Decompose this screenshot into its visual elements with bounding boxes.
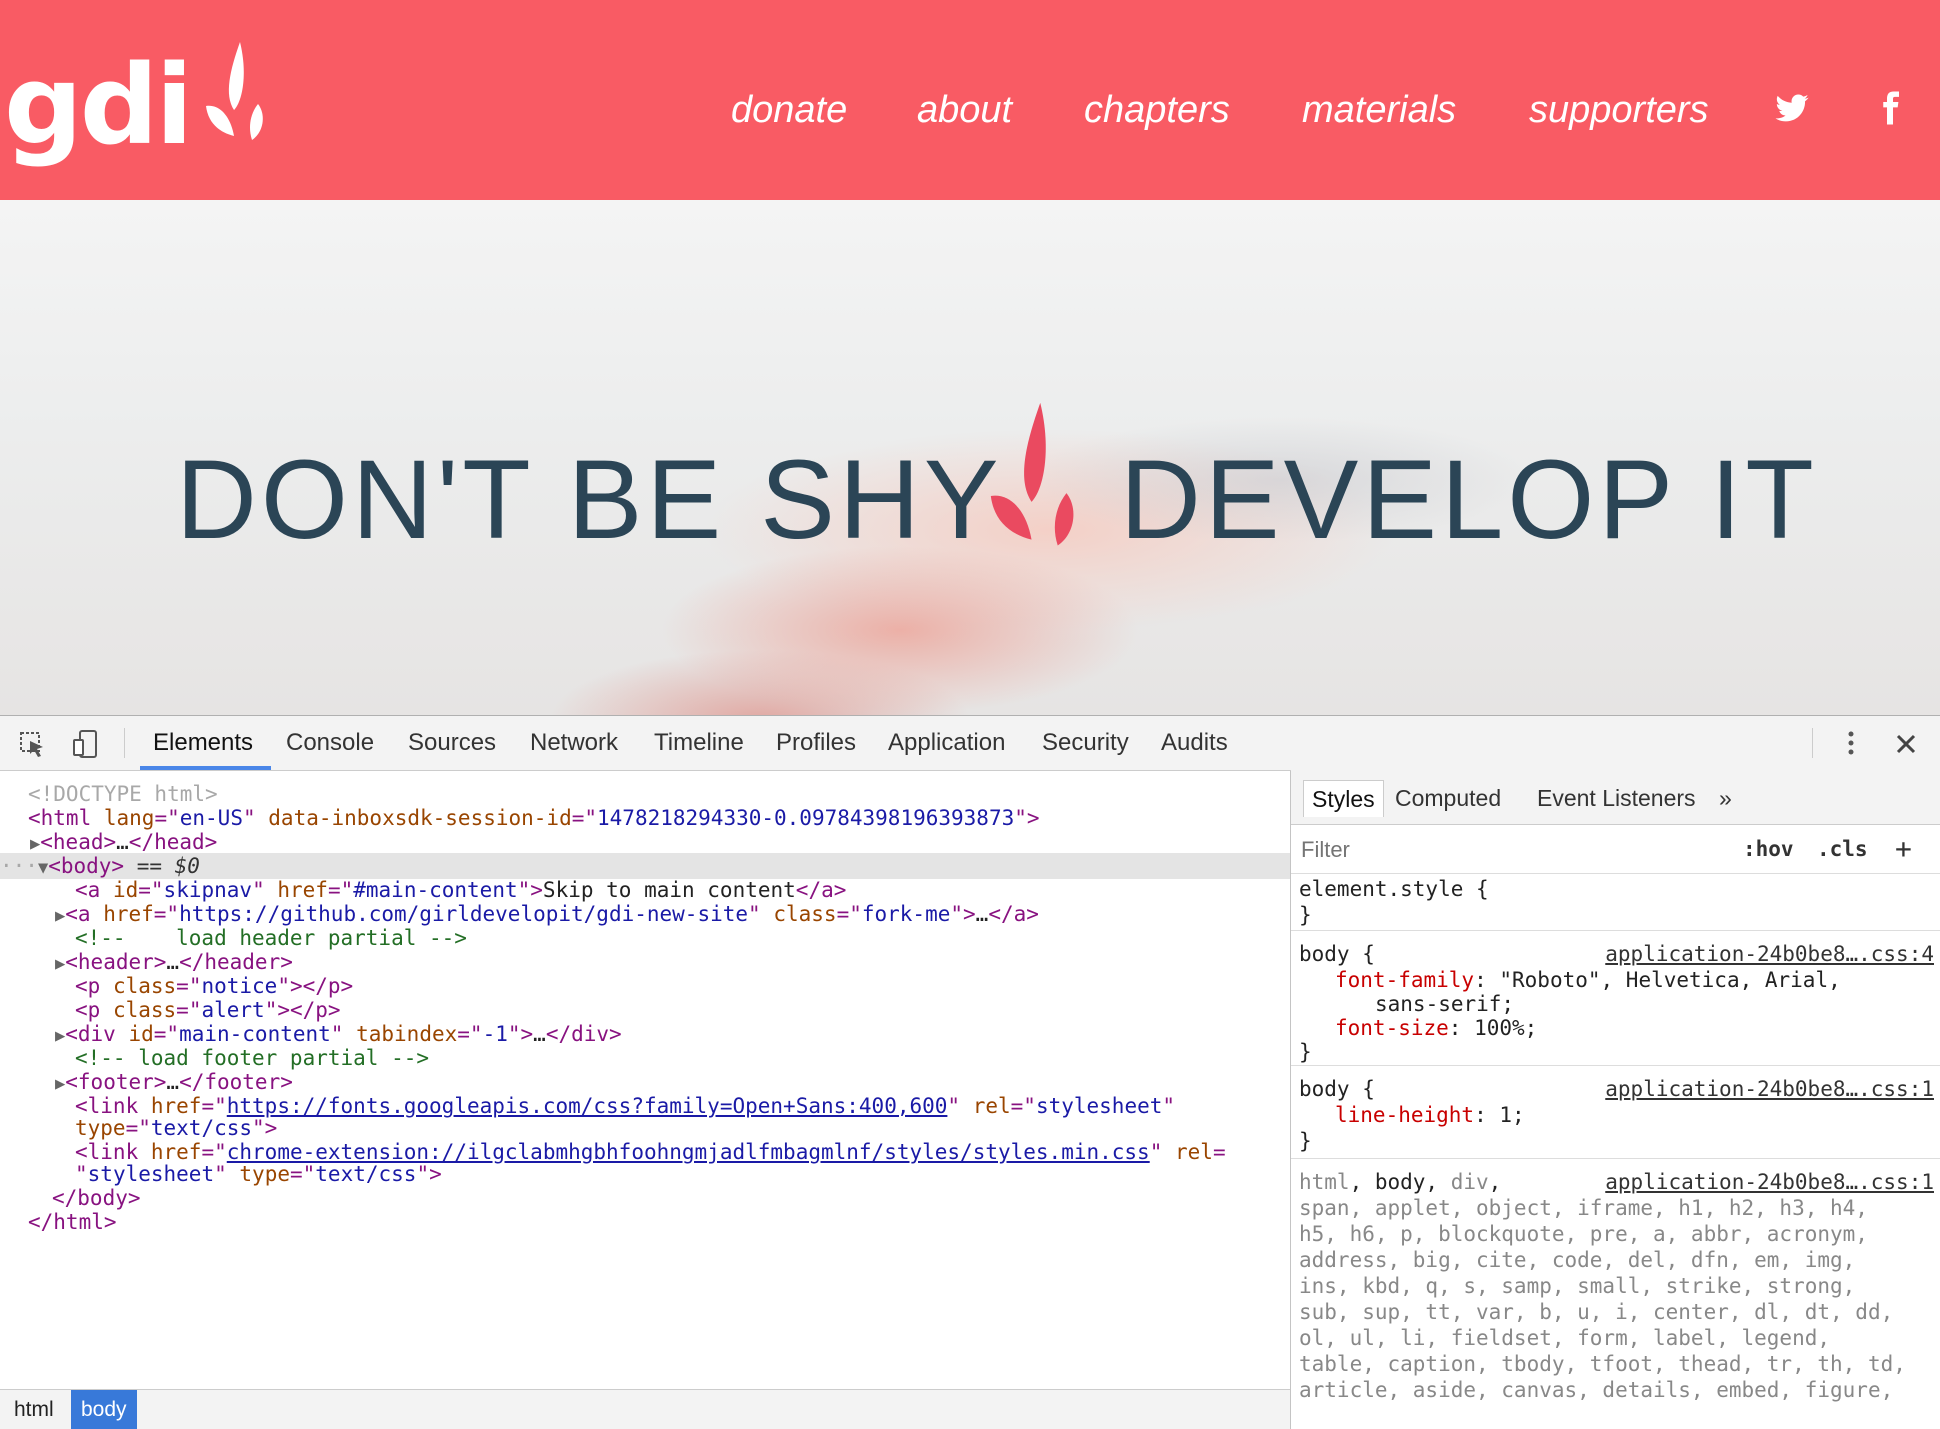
breadcrumb-body[interactable]: body — [71, 1390, 137, 1429]
tab-event-listeners[interactable]: Event Listeners — [1529, 780, 1704, 816]
dom-header[interactable]: ▶<header>…</header> — [55, 949, 293, 975]
tab-network[interactable]: Network — [530, 716, 618, 770]
css-rule-reset: html, body, div, application-24b0be8….cs… — [1291, 1159, 1940, 1428]
expand-triangle-icon[interactable]: ▶ — [30, 834, 40, 854]
rule-source-link[interactable]: application-24b0be8….css:1 — [1605, 1076, 1934, 1102]
collapse-triangle-icon[interactable]: ▼ — [38, 858, 48, 878]
css-rule-body-line-height: body { application-24b0be8….css:1 line-h… — [1291, 1066, 1940, 1159]
rule-selector[interactable]: html, body, div, — [1299, 1169, 1501, 1195]
more-tabs-chevron-icon[interactable]: » — [1711, 780, 1740, 816]
drop-logo-icon — [990, 402, 1074, 546]
expand-triangle-icon[interactable]: ▶ — [55, 1074, 65, 1094]
dom-html-open[interactable]: <html lang="en-US" data-inboxsdk-session… — [28, 805, 1040, 831]
rule-selector-line: sub, sup, tt, var, b, u, i, center, dl, … — [1299, 1300, 1894, 1324]
rule-selector[interactable]: body { — [1299, 941, 1375, 967]
css-declaration-font-size[interactable]: font-size: 100%; — [1335, 1015, 1537, 1041]
rule-selector-line: ins, kbd, q, s, samp, small, strike, str… — [1299, 1274, 1856, 1298]
css-declaration-font-family[interactable]: font-family: "Roboto", Helvetica, Arial, — [1335, 967, 1841, 993]
expand-triangle-icon[interactable]: ▶ — [55, 1026, 65, 1046]
dom-body-selected[interactable]: ···▼<body> == $0 — [0, 853, 1290, 879]
nav-about[interactable]: about — [917, 85, 1012, 135]
expand-triangle-icon[interactable]: ▶ — [55, 954, 65, 974]
rule-selector-line: span, applet, object, iframe, h1, h2, h3… — [1299, 1196, 1868, 1220]
fonts-url-link[interactable]: https://fonts.googleapis.com/css?family=… — [227, 1094, 948, 1118]
device-toolbar-icon[interactable] — [70, 728, 102, 760]
active-tab-indicator — [140, 766, 271, 770]
class-toggle[interactable]: .cls — [1817, 833, 1868, 865]
css-declaration-line-height[interactable]: line-height: 1; — [1335, 1102, 1525, 1128]
element-style-rule: element.style { } — [1291, 874, 1940, 931]
css-rule-body-font: body { application-24b0be8….css:4 font-f… — [1291, 931, 1940, 1066]
nav-chapters[interactable]: chapters — [1084, 85, 1230, 135]
dom-tree: <!DOCTYPE html> <html lang="en-US" data-… — [0, 771, 1290, 1429]
devtools-toolbar: Elements Console Sources Network Timelin… — [0, 716, 1940, 771]
tab-application[interactable]: Application — [888, 716, 1005, 770]
dom-footer[interactable]: ▶<footer>…</footer> — [55, 1069, 293, 1095]
dom-link-fonts-type: type="text/css"> — [75, 1116, 278, 1140]
dom-body-close[interactable]: </body> — [52, 1185, 141, 1211]
dom-comment-header[interactable]: <!-- load header partial --> — [75, 925, 467, 951]
hero-title: DON'T BE SHY DEVELOP IT — [0, 440, 1940, 560]
dom-doctype[interactable]: <!DOCTYPE html> — [28, 781, 218, 807]
tab-elements[interactable]: Elements — [153, 716, 253, 770]
tab-console[interactable]: Console — [286, 716, 374, 770]
styles-sidebar: Styles Computed Event Listeners » :hov .… — [1291, 770, 1940, 1428]
styles-filter-input[interactable] — [1299, 833, 1723, 867]
rule-selector[interactable]: body { — [1299, 1076, 1375, 1102]
element-style-selector[interactable]: element.style { — [1299, 876, 1489, 902]
tab-timeline[interactable]: Timeline — [654, 716, 744, 770]
hero-banner: DON'T BE SHY DEVELOP IT — [0, 200, 1940, 715]
breadcrumb-html[interactable]: html — [4, 1390, 64, 1429]
tab-security[interactable]: Security — [1042, 716, 1129, 770]
dom-p-notice[interactable]: <p class="notice"></p> — [75, 973, 353, 999]
dom-fork-link[interactable]: ▶<a href="https://github.com/girldevelop… — [55, 901, 1039, 927]
tab-styles[interactable]: Styles — [1303, 780, 1384, 817]
rule-source-link[interactable]: application-24b0be8….css:4 — [1605, 941, 1934, 967]
expand-triangle-icon[interactable]: ▶ — [55, 906, 65, 926]
rule-selector-line: article, aside, canvas, details, embed, … — [1299, 1378, 1894, 1402]
toolbar-divider — [124, 728, 125, 758]
twitter-icon[interactable] — [1774, 90, 1810, 126]
main-nav: donate about chapters materials supporte… — [0, 85, 1940, 135]
site-header: gdi donate about chapters materials supp… — [0, 0, 1940, 200]
css-value-continued: sans-serif; — [1375, 992, 1515, 1016]
rule-close: } — [1299, 1040, 1312, 1064]
dom-comment-footer[interactable]: <!-- load footer partial --> — [75, 1045, 429, 1071]
dom-skipnav-link[interactable]: <a id="skipnav" href="#main-content">Ski… — [75, 877, 846, 903]
tab-audits[interactable]: Audits — [1161, 716, 1228, 770]
rule-source-link[interactable]: application-24b0be8….css:1 — [1605, 1169, 1934, 1195]
breadcrumb: html body — [0, 1389, 1290, 1429]
styles-filter-row: :hov .cls + — [1291, 825, 1940, 874]
inspect-element-icon[interactable] — [16, 728, 48, 760]
tab-sources[interactable]: Sources — [408, 716, 496, 770]
rule-close: } — [1299, 903, 1312, 927]
hero-text-left: DON'T BE SHY — [176, 437, 1003, 562]
dom-main-content[interactable]: ▶<div id="main-content" tabindex="-1">…<… — [55, 1021, 622, 1047]
hover-state-toggle[interactable]: :hov — [1743, 833, 1794, 865]
tab-computed[interactable]: Computed — [1387, 780, 1509, 816]
nav-supporters[interactable]: supporters — [1529, 85, 1709, 135]
close-icon[interactable] — [1892, 730, 1920, 758]
rule-selector-line: ol, ul, li, fieldset, form, label, legen… — [1299, 1326, 1831, 1350]
rule-selector-line: h5, h6, p, blockquote, pre, a, abbr, acr… — [1299, 1222, 1868, 1246]
dom-html-close[interactable]: </html> — [28, 1209, 117, 1235]
nav-materials[interactable]: materials — [1302, 85, 1456, 135]
tab-profiles[interactable]: Profiles — [776, 716, 856, 770]
add-rule-icon[interactable]: + — [1895, 833, 1912, 865]
dom-head[interactable]: ▶<head>…</head> — [30, 829, 217, 855]
rule-close: } — [1299, 1129, 1312, 1153]
nav-donate[interactable]: donate — [731, 85, 847, 135]
dom-link-extension-attrs: "stylesheet" type="text/css"> — [75, 1162, 442, 1186]
rule-selector-line: table, caption, tbody, tfoot, thead, tr,… — [1299, 1352, 1906, 1376]
facebook-icon[interactable] — [1872, 90, 1908, 126]
hero-text-right: DEVELOP IT — [1120, 437, 1818, 562]
toolbar-divider — [1812, 728, 1813, 758]
styles-tabs: Styles Computed Event Listeners » — [1291, 770, 1940, 825]
rule-selector-line: address, big, cite, code, del, dfn, em, … — [1299, 1248, 1856, 1272]
more-options-icon[interactable] — [1840, 726, 1862, 760]
dom-p-alert[interactable]: <p class="alert"></p> — [75, 997, 341, 1023]
